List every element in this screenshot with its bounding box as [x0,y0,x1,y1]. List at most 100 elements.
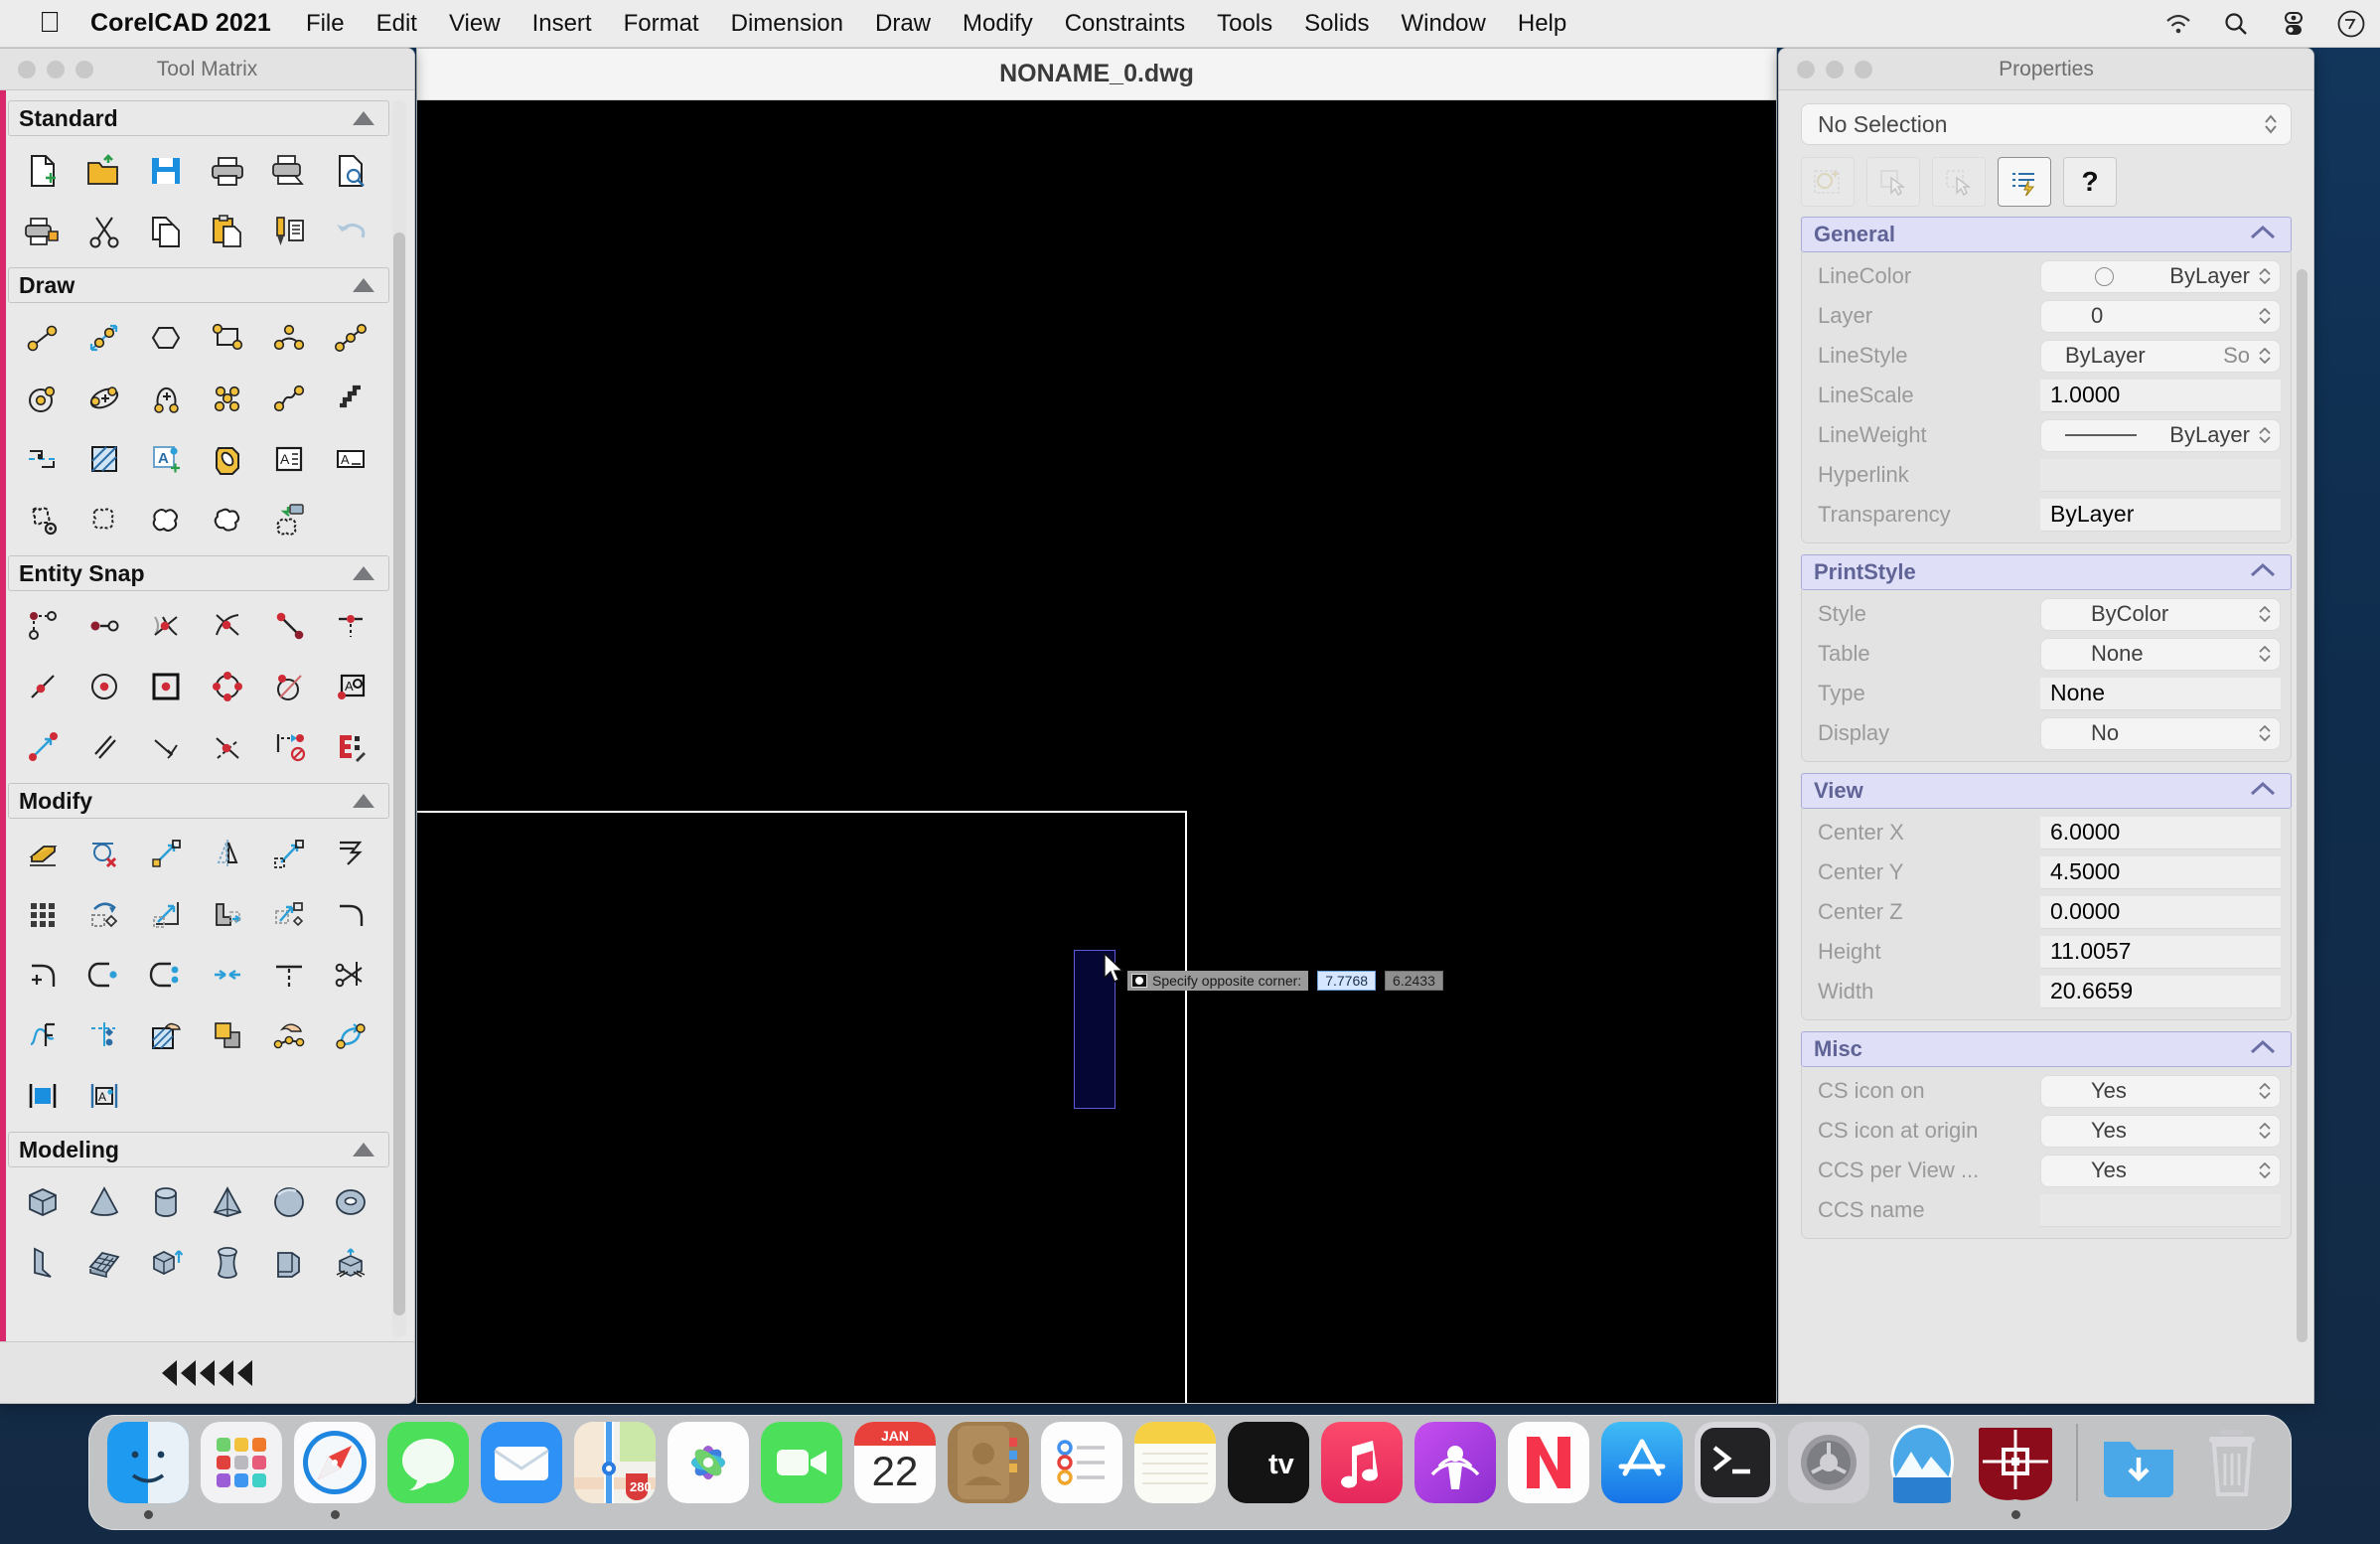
collapse-arrows-icon[interactable] [181,1359,196,1386]
chevron-updown-icon[interactable] [2258,1160,2272,1180]
menu-app-name[interactable]: CorelCAD 2021 [72,9,290,38]
menu-item-file[interactable]: File [290,10,361,38]
menu-item-edit[interactable]: Edit [361,10,433,38]
preview-icon[interactable] [1881,1422,1963,1503]
menu-item-insert[interactable]: Insert [517,10,608,38]
snap-insertion-icon[interactable]: A [320,656,381,716]
width-field[interactable]: 20.6659 [2040,975,2281,1008]
revision-cloud-icon[interactable] [197,489,258,549]
chevron-updown-icon[interactable] [2258,425,2272,445]
erase-icon[interactable] [12,823,74,883]
dock-item-maps[interactable]: 280 [572,1422,658,1519]
mesh-icon[interactable] [74,1232,135,1293]
chevron-up-icon[interactable] [2249,781,2277,802]
copy-icon[interactable] [135,201,197,261]
dock-item-facetime[interactable] [759,1422,844,1519]
dock-item-podcasts[interactable] [1413,1422,1498,1519]
loft-icon[interactable] [258,1232,320,1293]
cs-icon-at-origin-combo[interactable]: Yes [2040,1114,2281,1148]
dock-item-trash[interactable] [2189,1422,2275,1519]
height-field[interactable]: 11.0057 [2040,935,2281,969]
dock-item-mail[interactable] [479,1422,564,1519]
pyramid-icon[interactable] [197,1171,258,1232]
center-x-field[interactable]: 6.0000 [2040,816,2281,849]
facetime-icon[interactable] [761,1422,842,1503]
chevron-updown-icon[interactable] [2263,113,2279,135]
dock-item-appstore[interactable] [1599,1422,1685,1519]
collapse-arrows-icon[interactable] [219,1359,233,1386]
print-icon[interactable] [197,140,258,201]
lineweight-combo[interactable]: ByLayer [2040,418,2281,452]
mail-icon[interactable] [481,1422,562,1503]
search-icon[interactable] [2207,11,2265,37]
snap-ray-icon[interactable] [197,716,258,777]
news-icon[interactable] [1508,1422,1589,1503]
polygon-icon[interactable] [135,307,197,368]
dock-item-system-preferences[interactable] [1786,1422,1871,1519]
move-rotate-icon[interactable] [258,883,320,944]
chevron-up-icon[interactable] [353,278,374,292]
messages-icon[interactable] [387,1422,469,1503]
terminal-icon[interactable] [1695,1422,1776,1503]
finder-icon[interactable] [107,1422,189,1503]
wifi-icon[interactable] [2150,13,2207,35]
menu-item-tools[interactable]: Tools [1201,10,1288,38]
menu-item-modify[interactable]: Modify [947,10,1049,38]
close-button[interactable] [18,60,36,78]
dock-item-safari[interactable] [292,1422,377,1519]
snap-settings-icon[interactable] [320,716,381,777]
open-folder-icon[interactable] [74,140,135,201]
linescale-field[interactable]: 1.0000 [2040,379,2281,412]
snap-apparent-icon[interactable] [258,595,320,656]
downloads-folder-icon[interactable] [2098,1422,2179,1503]
snap-center-icon[interactable] [74,656,135,716]
document-titlebar[interactable]: NONAME_0.dwg [417,49,1776,100]
point-icon[interactable] [197,368,258,428]
calendar-icon[interactable]: JAN 22 [854,1422,936,1503]
snap-endpoint-icon[interactable] [74,595,135,656]
menu-item-format[interactable]: Format [608,10,715,38]
display-combo[interactable]: No [2040,716,2281,750]
section-header-draw[interactable]: Draw [8,267,389,303]
box-icon[interactable] [12,1171,74,1232]
snap-extension-icon[interactable] [135,716,197,777]
chamfer-edge-icon[interactable] [320,823,381,883]
group-header-general[interactable]: General [1801,217,2292,252]
circle-icon[interactable] [12,368,74,428]
paste-icon[interactable] [197,201,258,261]
appletv-icon[interactable]: tv [1228,1422,1309,1503]
simple-note-icon[interactable]: A [320,428,381,489]
hyperlink-field[interactable] [2040,458,2281,492]
scale-icon[interactable] [135,883,197,944]
table-combo[interactable]: None [2040,637,2281,671]
center-y-field[interactable]: 4.5000 [2040,855,2281,889]
fillet-add-icon[interactable] [12,944,74,1004]
edit-attribute-text-icon[interactable]: A [74,1065,135,1126]
wedge-icon[interactable] [12,1232,74,1293]
ellipse-icon[interactable] [74,368,135,428]
dock-item-corelcad[interactable] [1973,1422,2058,1519]
snap-quadrant-icon[interactable] [197,656,258,716]
boundary-settings-icon[interactable] [12,489,74,549]
snap-from-icon[interactable] [12,595,74,656]
ccs-name-field[interactable] [2040,1193,2281,1227]
fillet-icon[interactable] [320,883,381,944]
chevron-up-icon[interactable] [353,1143,374,1157]
group-header-view[interactable]: View [1801,773,2292,809]
join-icon[interactable] [197,944,258,1004]
chevron-up-icon[interactable] [2249,1039,2277,1060]
tooltip-x-value[interactable]: 7.7768 [1317,971,1377,991]
block-icon[interactable] [12,428,74,489]
undo-icon[interactable] [320,201,381,261]
reverse-icon[interactable] [320,1004,381,1065]
select-window-icon[interactable] [1932,157,1986,207]
dock-item-photos[interactable] [666,1422,751,1519]
ccs-per-view-combo[interactable]: Yes [2040,1154,2281,1187]
appstore-icon[interactable] [1601,1422,1683,1503]
chevron-updown-icon[interactable] [2258,1081,2272,1101]
center-z-field[interactable]: 0.0000 [2040,895,2281,929]
edit-hatch-icon[interactable] [135,1004,197,1065]
trim-icon[interactable] [258,944,320,1004]
collapse-arrows-icon[interactable] [162,1359,177,1386]
edit-reference-icon[interactable] [74,1004,135,1065]
